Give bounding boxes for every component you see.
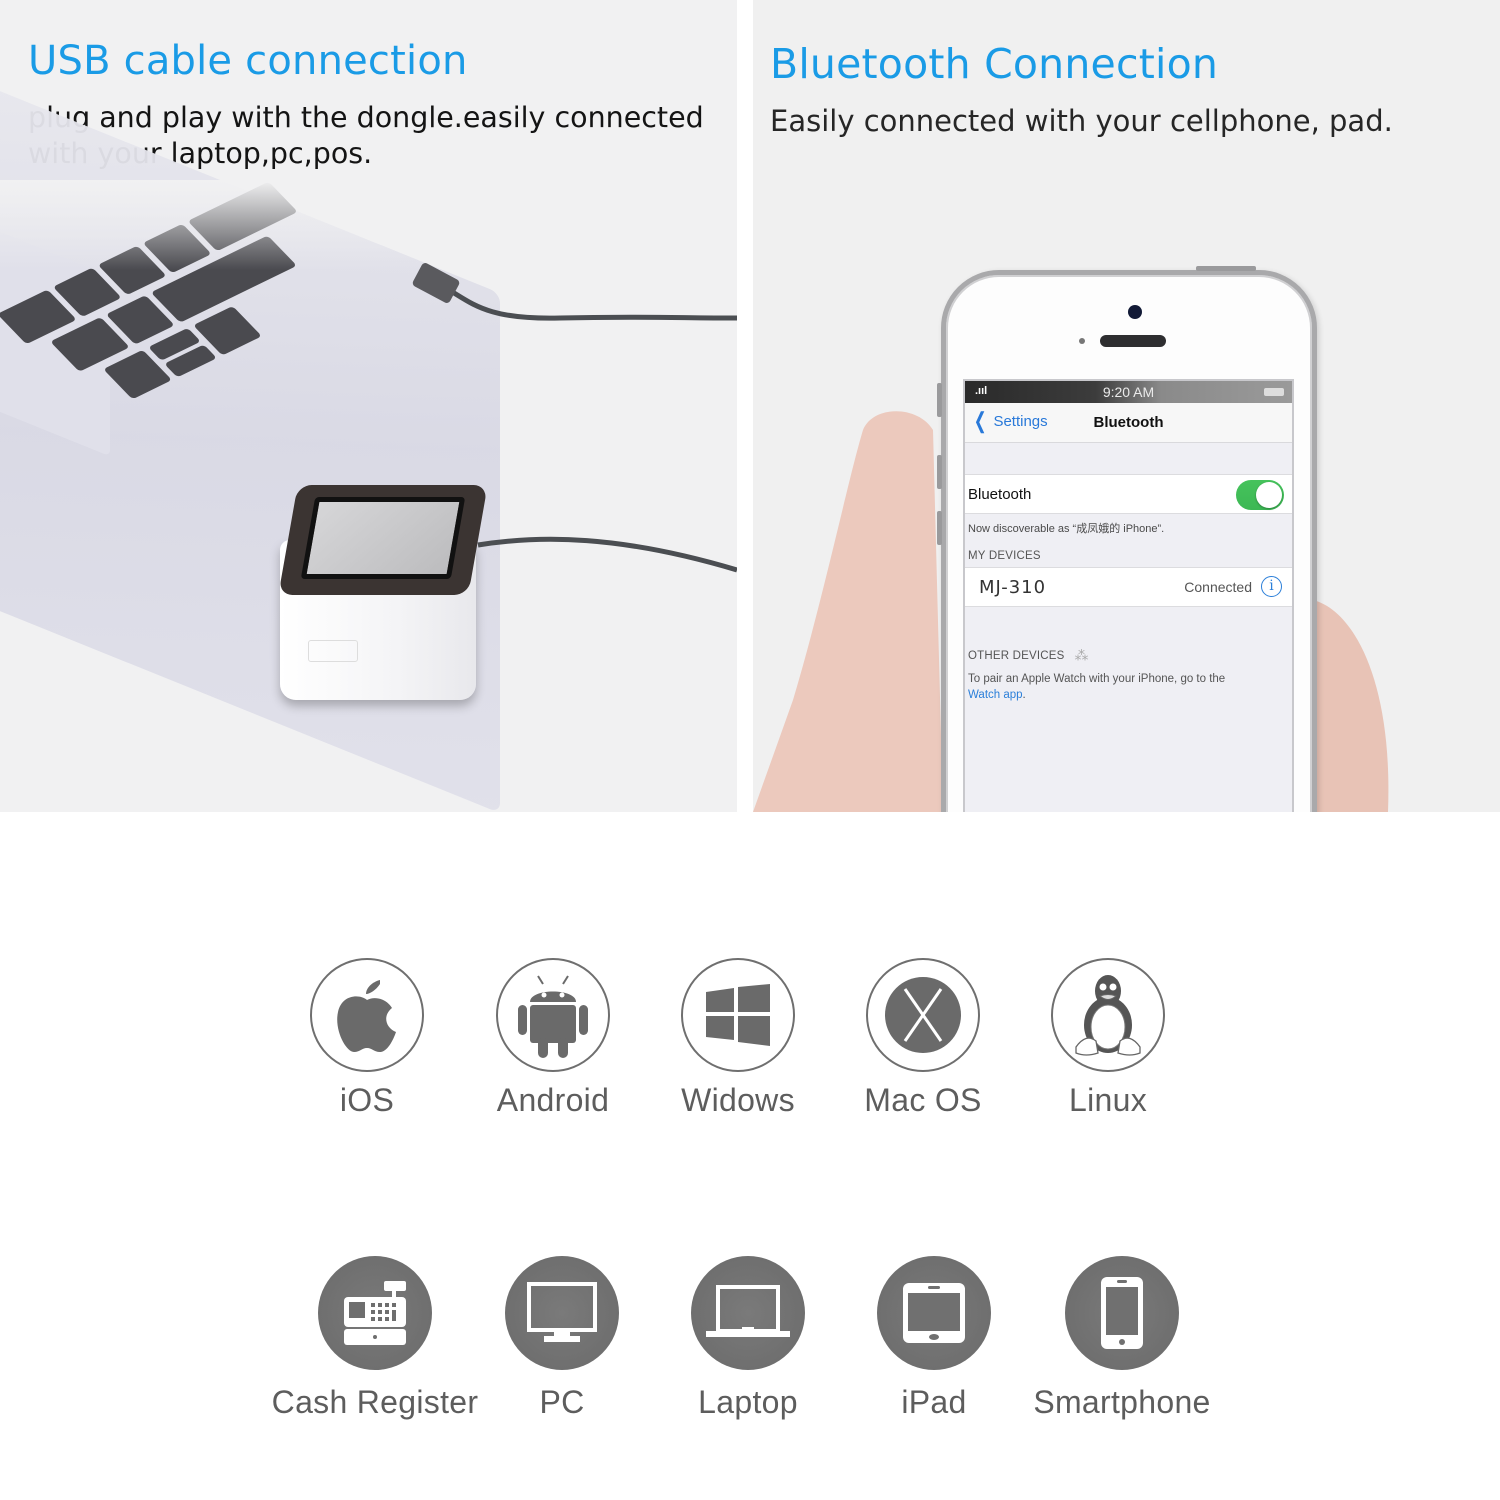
apple-icon <box>337 980 396 1052</box>
tablet-icon <box>903 1283 965 1343</box>
toggle-knob <box>1256 482 1282 508</box>
os-item-linux: Linux <box>998 958 1218 1119</box>
android-icon <box>518 975 588 1058</box>
device-row[interactable]: MJ-310 Connected i <box>965 567 1292 607</box>
usb-connection-panel: USB cable connection plug and play with … <box>0 0 737 812</box>
bluetooth-connection-panel: Bluetooth Connection Easily connected wi… <box>753 0 1500 812</box>
barcode-scanner-device <box>278 485 488 705</box>
info-icon[interactable]: i <box>1261 576 1282 597</box>
laptop-icon <box>706 1285 790 1337</box>
device-label: Smartphone <box>1033 1384 1211 1420</box>
device-item-smartphone: Smartphone <box>1012 1256 1232 1421</box>
phone-volume-up <box>937 455 942 489</box>
bluetooth-panel-title: Bluetooth Connection <box>770 40 1219 88</box>
bluetooth-toggle[interactable] <box>1236 480 1284 510</box>
device-label: iPad <box>901 1384 967 1420</box>
nav-title: Bluetooth <box>1093 414 1164 431</box>
iphone-device: .ııl 9:20 AM ❮ Settings Bluetooth Blueto… <box>937 266 1317 812</box>
other-devices-header: OTHER DEVICES <box>968 649 1065 662</box>
phone-screen: .ııl 9:20 AM ❮ Settings Bluetooth Blueto… <box>963 379 1294 812</box>
cash-register-icon <box>344 1281 406 1345</box>
front-camera <box>1128 305 1142 319</box>
linux-tux-icon <box>1075 975 1141 1056</box>
settings-nav-bar: ❮ Settings Bluetooth <box>965 403 1292 443</box>
watch-app-link[interactable]: Watch app <box>968 689 1023 701</box>
loading-spinner-icon: ⁂ <box>1074 647 1089 663</box>
device-item-ipad: iPad <box>824 1256 1044 1421</box>
other-devices-section: OTHER DEVICES ⁂ <box>965 641 1292 669</box>
battery-icon <box>1264 388 1284 396</box>
device-status: Connected <box>1184 579 1252 595</box>
os-label: Linux <box>1069 1082 1147 1118</box>
scanner-glass-window <box>300 497 466 579</box>
bluetooth-toggle-row: Bluetooth <box>965 474 1292 514</box>
phone-power-button <box>1196 266 1256 271</box>
proximity-sensor <box>1079 338 1085 344</box>
phone-mute-switch <box>937 383 942 417</box>
macos-x-icon <box>885 977 961 1053</box>
device-name: MJ-310 <box>979 577 1047 598</box>
status-bar: .ııl 9:20 AM <box>965 381 1292 403</box>
phone-volume-down <box>937 511 942 545</box>
windows-icon <box>706 984 770 1046</box>
smartphone-icon <box>1101 1277 1143 1349</box>
earpiece-speaker <box>1100 335 1166 347</box>
bluetooth-panel-description: Easily connected with your cellphone, pa… <box>770 104 1393 138</box>
status-time: 9:20 AM <box>1102 384 1155 400</box>
monitor-icon <box>527 1282 597 1342</box>
discoverable-note: Now discoverable as “成凤娥的 iPhone”. <box>968 523 1165 535</box>
apple-watch-pair-note: To pair an Apple Watch with your iPhone,… <box>968 673 1226 701</box>
my-devices-header: MY DEVICES <box>968 550 1041 562</box>
bluetooth-row-label: Bluetooth <box>968 486 1032 503</box>
